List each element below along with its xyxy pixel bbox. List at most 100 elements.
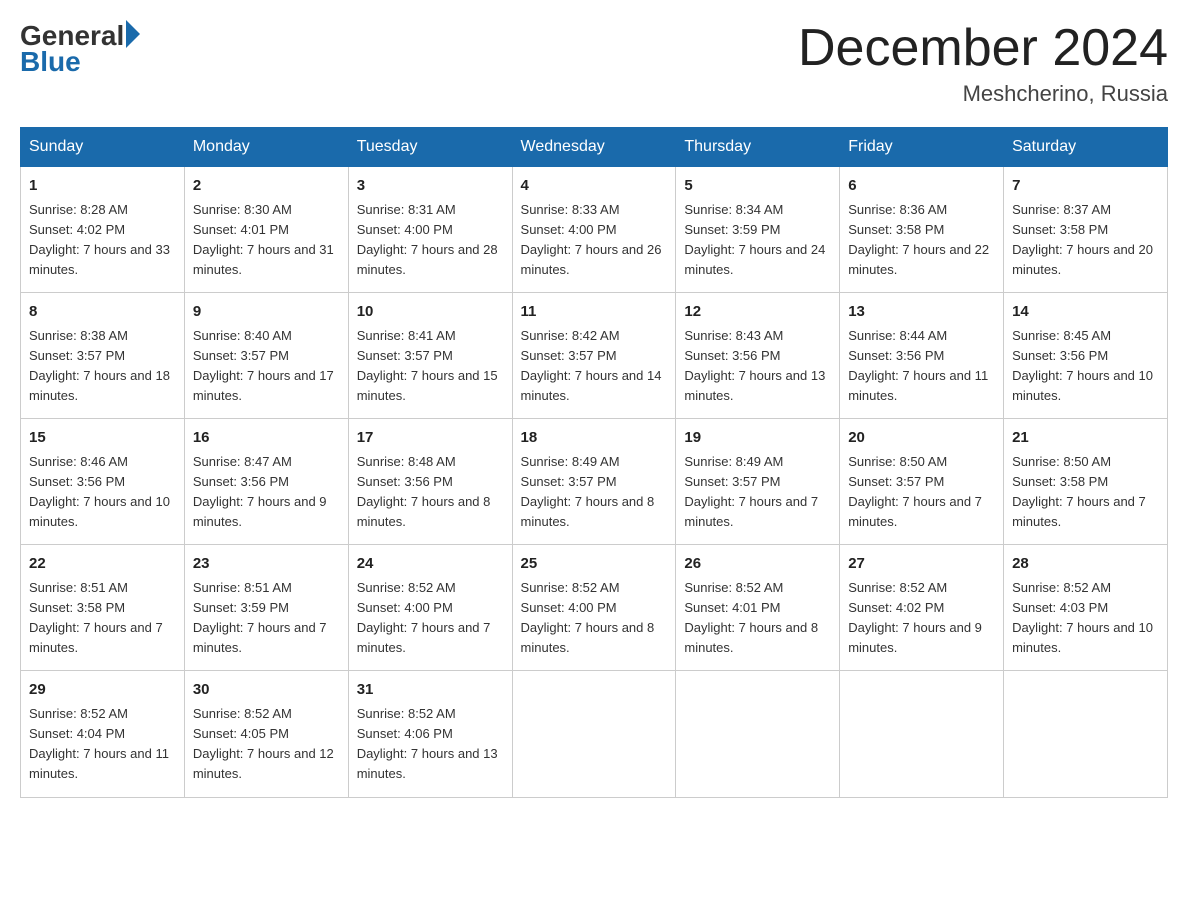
day-info: Sunrise: 8:45 AMSunset: 3:56 PMDaylight:… — [1012, 328, 1153, 403]
calendar-day-15: 15 Sunrise: 8:46 AMSunset: 3:56 PMDaylig… — [21, 419, 185, 545]
empty-cell — [676, 671, 840, 797]
day-info: Sunrise: 8:51 AMSunset: 3:58 PMDaylight:… — [29, 580, 163, 655]
weekday-header-sunday: Sunday — [21, 128, 185, 167]
calendar-day-14: 14 Sunrise: 8:45 AMSunset: 3:56 PMDaylig… — [1004, 293, 1168, 419]
calendar-day-24: 24 Sunrise: 8:52 AMSunset: 4:00 PMDaylig… — [348, 545, 512, 671]
weekday-header-saturday: Saturday — [1004, 128, 1168, 167]
logo: General Blue — [20, 20, 140, 78]
day-info: Sunrise: 8:44 AMSunset: 3:56 PMDaylight:… — [848, 328, 988, 403]
day-number: 12 — [684, 301, 831, 324]
day-info: Sunrise: 8:52 AMSunset: 4:04 PMDaylight:… — [29, 706, 169, 781]
day-info: Sunrise: 8:36 AMSunset: 3:58 PMDaylight:… — [848, 202, 989, 277]
calendar-day-26: 26 Sunrise: 8:52 AMSunset: 4:01 PMDaylig… — [676, 545, 840, 671]
day-info: Sunrise: 8:30 AMSunset: 4:01 PMDaylight:… — [193, 202, 334, 277]
day-info: Sunrise: 8:52 AMSunset: 4:01 PMDaylight:… — [684, 580, 818, 655]
day-number: 26 — [684, 553, 831, 576]
day-number: 25 — [521, 553, 668, 576]
day-info: Sunrise: 8:37 AMSunset: 3:58 PMDaylight:… — [1012, 202, 1153, 277]
calendar-day-5: 5 Sunrise: 8:34 AMSunset: 3:59 PMDayligh… — [676, 167, 840, 293]
calendar-day-1: 1 Sunrise: 8:28 AMSunset: 4:02 PMDayligh… — [21, 167, 185, 293]
calendar-day-16: 16 Sunrise: 8:47 AMSunset: 3:56 PMDaylig… — [184, 419, 348, 545]
calendar-day-11: 11 Sunrise: 8:42 AMSunset: 3:57 PMDaylig… — [512, 293, 676, 419]
day-number: 29 — [29, 679, 176, 702]
day-number: 9 — [193, 301, 340, 324]
weekday-header-thursday: Thursday — [676, 128, 840, 167]
day-number: 31 — [357, 679, 504, 702]
day-number: 28 — [1012, 553, 1159, 576]
day-info: Sunrise: 8:43 AMSunset: 3:56 PMDaylight:… — [684, 328, 825, 403]
day-number: 3 — [357, 175, 504, 198]
day-info: Sunrise: 8:34 AMSunset: 3:59 PMDaylight:… — [684, 202, 825, 277]
day-number: 14 — [1012, 301, 1159, 324]
empty-cell — [1004, 671, 1168, 797]
day-info: Sunrise: 8:41 AMSunset: 3:57 PMDaylight:… — [357, 328, 498, 403]
calendar-week-3: 15 Sunrise: 8:46 AMSunset: 3:56 PMDaylig… — [21, 419, 1168, 545]
empty-cell — [512, 671, 676, 797]
calendar-day-17: 17 Sunrise: 8:48 AMSunset: 3:56 PMDaylig… — [348, 419, 512, 545]
day-number: 22 — [29, 553, 176, 576]
day-info: Sunrise: 8:52 AMSunset: 4:06 PMDaylight:… — [357, 706, 498, 781]
calendar-day-2: 2 Sunrise: 8:30 AMSunset: 4:01 PMDayligh… — [184, 167, 348, 293]
day-info: Sunrise: 8:52 AMSunset: 4:00 PMDaylight:… — [357, 580, 491, 655]
day-info: Sunrise: 8:31 AMSunset: 4:00 PMDaylight:… — [357, 202, 498, 277]
day-info: Sunrise: 8:50 AMSunset: 3:57 PMDaylight:… — [848, 454, 982, 529]
weekday-header-friday: Friday — [840, 128, 1004, 167]
day-number: 18 — [521, 427, 668, 450]
calendar-day-19: 19 Sunrise: 8:49 AMSunset: 3:57 PMDaylig… — [676, 419, 840, 545]
day-info: Sunrise: 8:52 AMSunset: 4:05 PMDaylight:… — [193, 706, 334, 781]
calendar-day-10: 10 Sunrise: 8:41 AMSunset: 3:57 PMDaylig… — [348, 293, 512, 419]
calendar-day-3: 3 Sunrise: 8:31 AMSunset: 4:00 PMDayligh… — [348, 167, 512, 293]
calendar-day-9: 9 Sunrise: 8:40 AMSunset: 3:57 PMDayligh… — [184, 293, 348, 419]
calendar-day-18: 18 Sunrise: 8:49 AMSunset: 3:57 PMDaylig… — [512, 419, 676, 545]
calendar-day-28: 28 Sunrise: 8:52 AMSunset: 4:03 PMDaylig… — [1004, 545, 1168, 671]
title-section: December 2024 Meshcherino, Russia — [798, 20, 1168, 107]
calendar-day-22: 22 Sunrise: 8:51 AMSunset: 3:58 PMDaylig… — [21, 545, 185, 671]
day-info: Sunrise: 8:50 AMSunset: 3:58 PMDaylight:… — [1012, 454, 1146, 529]
day-number: 11 — [521, 301, 668, 324]
calendar-day-4: 4 Sunrise: 8:33 AMSunset: 4:00 PMDayligh… — [512, 167, 676, 293]
day-info: Sunrise: 8:38 AMSunset: 3:57 PMDaylight:… — [29, 328, 170, 403]
day-info: Sunrise: 8:47 AMSunset: 3:56 PMDaylight:… — [193, 454, 327, 529]
day-info: Sunrise: 8:33 AMSunset: 4:00 PMDaylight:… — [521, 202, 662, 277]
day-number: 6 — [848, 175, 995, 198]
weekday-header-monday: Monday — [184, 128, 348, 167]
day-number: 23 — [193, 553, 340, 576]
day-number: 15 — [29, 427, 176, 450]
calendar-day-20: 20 Sunrise: 8:50 AMSunset: 3:57 PMDaylig… — [840, 419, 1004, 545]
day-info: Sunrise: 8:42 AMSunset: 3:57 PMDaylight:… — [521, 328, 662, 403]
calendar-day-27: 27 Sunrise: 8:52 AMSunset: 4:02 PMDaylig… — [840, 545, 1004, 671]
day-number: 4 — [521, 175, 668, 198]
day-info: Sunrise: 8:51 AMSunset: 3:59 PMDaylight:… — [193, 580, 327, 655]
logo-blue-text: Blue — [20, 46, 81, 78]
calendar-day-29: 29 Sunrise: 8:52 AMSunset: 4:04 PMDaylig… — [21, 671, 185, 797]
day-info: Sunrise: 8:28 AMSunset: 4:02 PMDaylight:… — [29, 202, 170, 277]
calendar-day-30: 30 Sunrise: 8:52 AMSunset: 4:05 PMDaylig… — [184, 671, 348, 797]
page-header: General Blue December 2024 Meshcherino, … — [20, 20, 1168, 107]
day-number: 8 — [29, 301, 176, 324]
day-info: Sunrise: 8:52 AMSunset: 4:03 PMDaylight:… — [1012, 580, 1153, 655]
calendar-table: SundayMondayTuesdayWednesdayThursdayFrid… — [20, 127, 1168, 797]
day-number: 13 — [848, 301, 995, 324]
calendar-day-31: 31 Sunrise: 8:52 AMSunset: 4:06 PMDaylig… — [348, 671, 512, 797]
day-info: Sunrise: 8:40 AMSunset: 3:57 PMDaylight:… — [193, 328, 334, 403]
day-info: Sunrise: 8:52 AMSunset: 4:00 PMDaylight:… — [521, 580, 655, 655]
day-number: 27 — [848, 553, 995, 576]
calendar-week-1: 1 Sunrise: 8:28 AMSunset: 4:02 PMDayligh… — [21, 167, 1168, 293]
calendar-day-23: 23 Sunrise: 8:51 AMSunset: 3:59 PMDaylig… — [184, 545, 348, 671]
weekday-header-wednesday: Wednesday — [512, 128, 676, 167]
day-number: 19 — [684, 427, 831, 450]
calendar-day-25: 25 Sunrise: 8:52 AMSunset: 4:00 PMDaylig… — [512, 545, 676, 671]
day-number: 30 — [193, 679, 340, 702]
day-info: Sunrise: 8:48 AMSunset: 3:56 PMDaylight:… — [357, 454, 491, 529]
day-number: 2 — [193, 175, 340, 198]
day-info: Sunrise: 8:49 AMSunset: 3:57 PMDaylight:… — [684, 454, 818, 529]
calendar-day-13: 13 Sunrise: 8:44 AMSunset: 3:56 PMDaylig… — [840, 293, 1004, 419]
calendar-day-6: 6 Sunrise: 8:36 AMSunset: 3:58 PMDayligh… — [840, 167, 1004, 293]
calendar-day-12: 12 Sunrise: 8:43 AMSunset: 3:56 PMDaylig… — [676, 293, 840, 419]
calendar-day-21: 21 Sunrise: 8:50 AMSunset: 3:58 PMDaylig… — [1004, 419, 1168, 545]
calendar-day-8: 8 Sunrise: 8:38 AMSunset: 3:57 PMDayligh… — [21, 293, 185, 419]
weekday-header-tuesday: Tuesday — [348, 128, 512, 167]
day-info: Sunrise: 8:49 AMSunset: 3:57 PMDaylight:… — [521, 454, 655, 529]
day-number: 10 — [357, 301, 504, 324]
day-number: 17 — [357, 427, 504, 450]
